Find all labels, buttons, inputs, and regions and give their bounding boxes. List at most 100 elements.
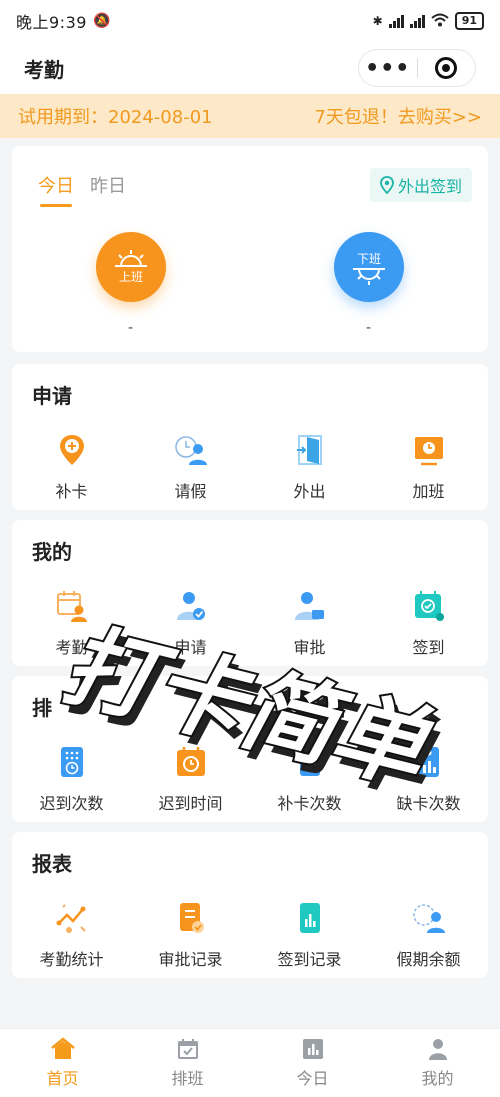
more-icon[interactable]: ••• <box>359 56 417 81</box>
stats-item-reissue-count[interactable]: 补卡次数 <box>250 744 369 814</box>
tabbar-label-home: 首页 <box>46 1069 79 1088</box>
pin-plus-icon <box>54 432 90 468</box>
apply-item-outing[interactable]: 外出 <box>250 432 369 502</box>
status-bar: 晚上9:39 🔕 ✱ 91 <box>0 0 500 42</box>
wifi-icon <box>431 13 449 30</box>
tabbar-item-home[interactable]: 首页 <box>0 1029 125 1097</box>
calendar-person-icon <box>54 588 90 624</box>
stats-item-label: 迟到次数 <box>39 794 104 813</box>
stats-item-late-count[interactable]: 迟到次数 <box>12 744 131 814</box>
person-card-icon <box>292 588 328 624</box>
reissue-icon <box>292 744 328 780</box>
apply-item-label: 补卡 <box>55 482 88 501</box>
stats-section: 排 迟到次数 迟到时间 补卡次数 缺卡次数 <box>12 676 488 822</box>
status-time: 晚上9:39 <box>16 13 87 32</box>
door-exit-icon <box>292 432 328 468</box>
tab-today[interactable]: 今日 <box>38 172 74 207</box>
mine-item-label: 考勤 <box>55 638 88 657</box>
close-target-icon[interactable] <box>418 57 476 79</box>
calculator-clock-icon <box>54 744 90 780</box>
report-item-leave-balance[interactable]: 假期余额 <box>369 900 488 970</box>
page-title: 考勤 <box>24 57 64 82</box>
clock-out-label: 下班 <box>356 251 381 266</box>
apply-item-overtime[interactable]: 加班 <box>369 432 488 502</box>
out-sign-button[interactable]: 外出签到 <box>369 168 472 202</box>
leave-person-icon <box>173 432 209 468</box>
mine-item-apply[interactable]: 申请 <box>131 588 250 658</box>
out-sign-label: 外出签到 <box>397 177 462 196</box>
apply-section: 申请 补卡 请假 外出 加班 <box>12 364 488 510</box>
clock-in-label: 上班 <box>118 269 143 284</box>
mine-item-label: 签到 <box>412 638 445 657</box>
stats-item-label: 补卡次数 <box>277 794 342 813</box>
battery-indicator: 91 <box>454 12 484 30</box>
mine-item-attendance[interactable]: 考勤 <box>12 588 131 658</box>
bar-chart-phone-icon <box>411 744 447 780</box>
apply-item-leave[interactable]: 请假 <box>131 432 250 502</box>
stats-item-label: 迟到时间 <box>158 794 223 813</box>
clock-out-button[interactable]: 下班 <box>334 232 404 302</box>
phone-chart-icon <box>292 900 328 936</box>
document-check-icon <box>173 900 209 936</box>
person-check-icon <box>173 588 209 624</box>
mute-icon: 🔕 <box>92 13 111 29</box>
bar-chart-icon <box>302 1039 323 1059</box>
report-item-signin-records[interactable]: 签到记录 <box>250 900 369 970</box>
nav-bar: 考勤 ••• <box>0 42 500 94</box>
clock-in-time: - <box>128 320 134 336</box>
day-tabs: 今日 昨日 <box>38 172 126 207</box>
buy-link[interactable]: 7天包退！去购买>> <box>314 103 482 129</box>
tab-yesterday[interactable]: 昨日 <box>90 172 126 198</box>
report-item-label: 考勤统计 <box>39 950 104 969</box>
status-icons: ✱ 91 <box>373 12 484 30</box>
stats-item-late-time[interactable]: 迟到时间 <box>131 744 250 814</box>
mine-item-signin[interactable]: 签到 <box>369 588 488 658</box>
report-item-approval-records[interactable]: 审批记录 <box>131 900 250 970</box>
person-icon <box>428 1039 447 1060</box>
sign-in-calendar-icon <box>411 588 447 624</box>
stats-item-label: 缺卡次数 <box>396 794 461 813</box>
bottom-tab-bar: 首页 排班 今日 我的 <box>0 1028 500 1097</box>
apply-item-label: 请假 <box>174 482 207 501</box>
signal-2-icon <box>409 14 425 28</box>
trial-expiry-text: 试用期到：2024-08-01 <box>18 107 213 128</box>
trial-banner: 试用期到：2024-08-01 7天包退！去购买>> <box>0 94 500 138</box>
apply-item-label: 外出 <box>293 482 326 501</box>
tabbar-label-mine: 我的 <box>421 1069 454 1088</box>
calendar-clock-icon <box>173 744 209 780</box>
home-icon <box>50 1037 75 1059</box>
apply-item-label: 加班 <box>412 482 445 501</box>
stats-wand-icon <box>54 900 90 936</box>
clock-in-button[interactable]: 上班 <box>96 232 166 302</box>
sunset-icon <box>353 267 385 285</box>
apply-item-reissue[interactable]: 补卡 <box>12 432 131 502</box>
calendar-check-icon <box>177 1039 198 1059</box>
report-item-label: 签到记录 <box>277 950 342 969</box>
overtime-screen-icon <box>411 432 447 468</box>
sunrise-icon <box>115 249 147 267</box>
stats-item-missing-count[interactable]: 缺卡次数 <box>369 744 488 814</box>
report-item-label: 审批记录 <box>158 950 223 969</box>
mine-item-approval[interactable]: 审批 <box>250 588 369 658</box>
section-title-mine: 我的 <box>32 540 72 564</box>
section-title-report: 报表 <box>32 852 72 876</box>
mine-section: 我的 考勤 申请 审批 签到 <box>12 520 488 666</box>
section-title-apply: 申请 <box>32 384 72 408</box>
tabbar-item-schedule[interactable]: 排班 <box>125 1029 250 1097</box>
mini-program-capsule: ••• <box>358 49 476 87</box>
tabbar-item-today[interactable]: 今日 <box>250 1029 375 1097</box>
section-title-stats: 排 <box>32 696 52 720</box>
mine-item-label: 审批 <box>293 638 326 657</box>
report-section: 报表 考勤统计 审批记录 签到记录 假期余额 <box>12 832 488 978</box>
clock-out-time: - <box>366 320 372 336</box>
clock-person-icon <box>411 900 447 936</box>
location-icon <box>380 176 394 194</box>
signal-icon <box>388 14 404 28</box>
bluetooth-icon: ✱ <box>372 14 383 28</box>
tabbar-label-schedule: 排班 <box>171 1069 204 1088</box>
mine-item-label: 申请 <box>174 638 207 657</box>
report-item-attendance-stats[interactable]: 考勤统计 <box>12 900 131 970</box>
tabbar-label-today: 今日 <box>296 1069 329 1088</box>
attendance-card: 今日 昨日 外出签到 上班 下班 - - <box>12 146 488 352</box>
tabbar-item-mine[interactable]: 我的 <box>375 1029 500 1097</box>
